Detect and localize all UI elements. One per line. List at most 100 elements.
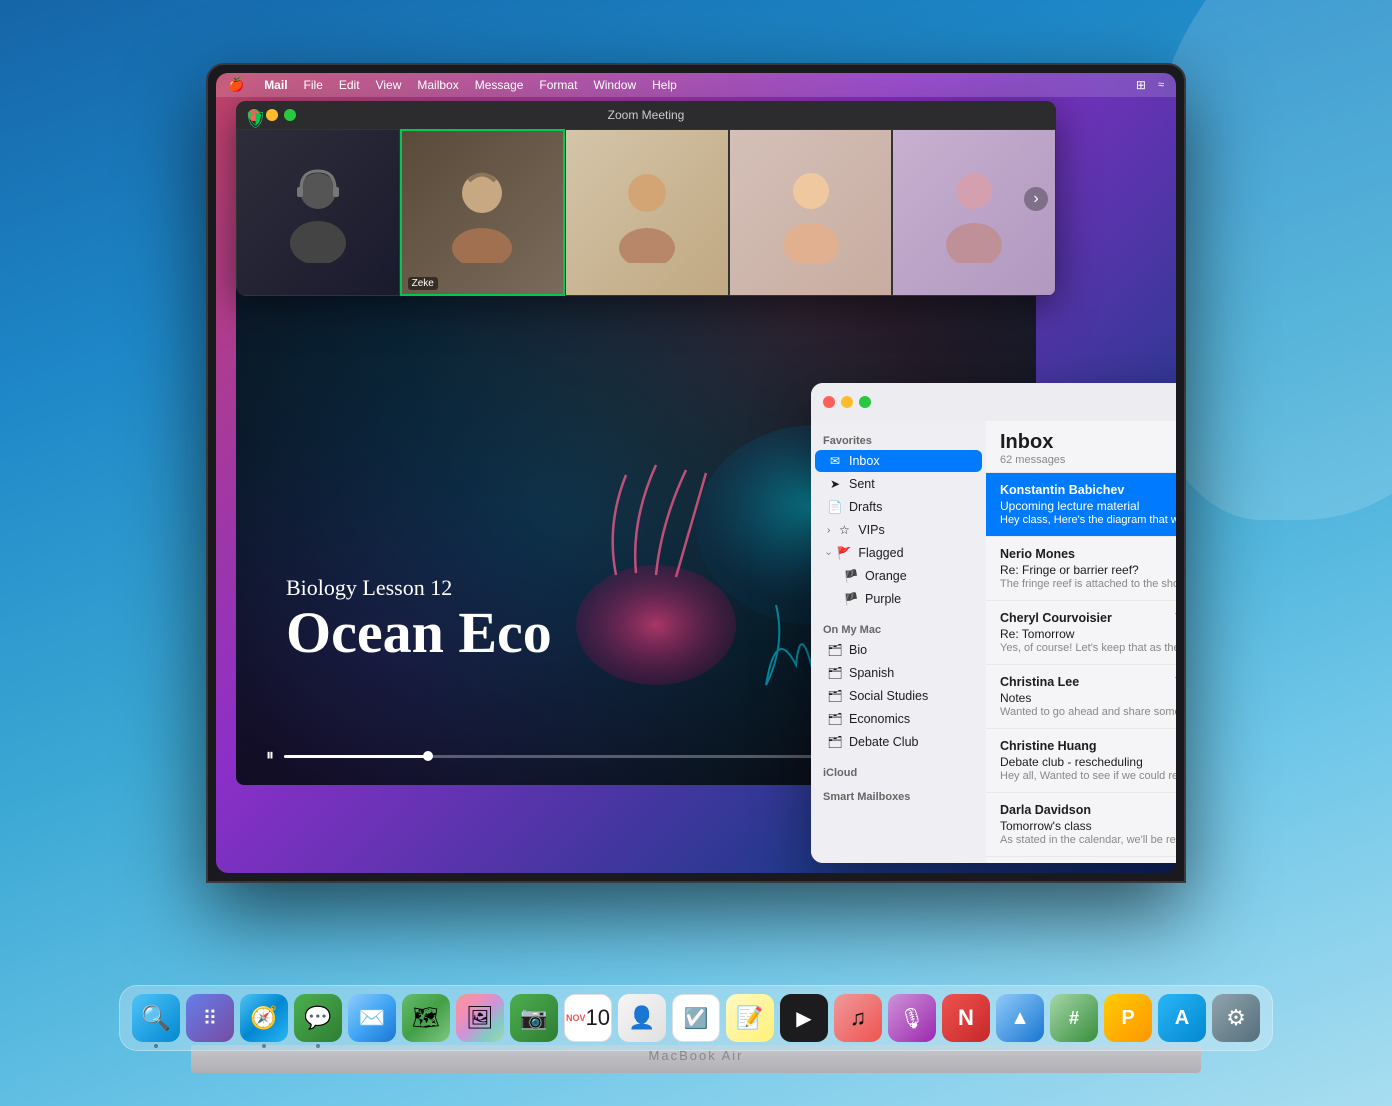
mail-traffic-lights xyxy=(823,396,871,408)
participant-2-avatar xyxy=(402,131,564,294)
mail-item-0-header: Konstantin Babichev 9:15 AM xyxy=(1000,483,1176,497)
sidebar-item-sent[interactable]: ➤ Sent xyxy=(815,473,982,495)
dock-item-podcasts[interactable]: 🎙 xyxy=(888,994,936,1042)
macbook-screen: 🍎 Mail File Edit View Mailbox Message Fo… xyxy=(216,73,1176,873)
sidebar-item-inbox[interactable]: ✉ Inbox xyxy=(815,450,982,472)
biology-lesson-label: Biology Lesson 12 xyxy=(286,575,552,601)
sidebar-flagged-label: Flagged xyxy=(858,546,903,560)
participant-tile-3[interactable] xyxy=(565,129,729,296)
menu-format[interactable]: Format xyxy=(539,78,577,92)
dock-item-music[interactable]: ♫ xyxy=(834,994,882,1042)
maps-icon: 🗺 xyxy=(412,1005,440,1031)
menu-mailbox[interactable]: Mailbox xyxy=(417,78,458,92)
music-icon: ♫ xyxy=(850,1005,867,1031)
on-my-mac-label: On My Mac xyxy=(811,618,986,638)
sidebar-item-vips[interactable]: › ☆ VIPs xyxy=(815,519,982,541)
dock-item-reminders[interactable]: ☑️ xyxy=(672,994,720,1042)
sidebar-item-orange[interactable]: 🏴 Orange xyxy=(815,565,982,587)
dock-item-sysprefs[interactable]: ⚙ xyxy=(1212,994,1260,1042)
mail-item-1[interactable]: Nerio Mones 8:49 AM Re: Fringe or barrie… xyxy=(986,537,1176,601)
screen-content: 🍎 Mail File Edit View Mailbox Message Fo… xyxy=(216,73,1176,873)
messages-dot xyxy=(316,1044,320,1048)
dock-item-finder[interactable]: 🔍 xyxy=(132,994,180,1042)
safari-dot xyxy=(262,1044,266,1048)
participant-tile-4[interactable] xyxy=(729,129,893,296)
sidebar-item-purple[interactable]: 🏴 Purple xyxy=(815,588,982,610)
mail-item-4-header: Christine Huang 11/07/20 xyxy=(1000,739,1176,753)
sidebar-item-flagged[interactable]: › 🚩 Flagged xyxy=(815,542,982,564)
messages-icon: 💬 xyxy=(304,1005,331,1031)
mail-minimize-button[interactable] xyxy=(841,396,853,408)
sidebar-item-economics[interactable]: 🗂 Economics xyxy=(815,708,982,730)
dock-item-keynote[interactable]: ▲ xyxy=(996,994,1044,1042)
dock-item-news[interactable]: N xyxy=(942,994,990,1042)
participant-tile-1[interactable] xyxy=(236,129,400,296)
sidebar-item-debate-club[interactable]: 🗂 Debate Club xyxy=(815,731,982,753)
mail-time-3: Yesterday xyxy=(1175,675,1176,687)
pages-icon: P xyxy=(1121,1007,1134,1030)
dock-item-calendar[interactable]: NOV 10 xyxy=(564,994,612,1042)
mail-sender-3: Christina Lee xyxy=(1000,675,1079,689)
bio-folder-icon: 🗂 xyxy=(827,643,843,657)
sidebar-item-social-studies[interactable]: 🗂 Social Studies xyxy=(815,685,982,707)
menu-view[interactable]: View xyxy=(376,78,402,92)
mail-subject-4: Debate club - rescheduling xyxy=(1000,755,1176,769)
zoom-next-button[interactable]: › xyxy=(1024,187,1048,211)
mail-time-2: Yesterday xyxy=(1175,611,1176,623)
dock-item-numbers[interactable]: # xyxy=(1050,994,1098,1042)
menu-window[interactable]: Window xyxy=(593,78,636,92)
mail-item-0[interactable]: Konstantin Babichev 9:15 AM Upcoming lec… xyxy=(986,473,1176,537)
mail-item-2[interactable]: Cheryl Courvoisier Yesterday Re: Tomorro… xyxy=(986,601,1176,665)
menu-bar-wifi-icon[interactable]: ≈ xyxy=(1158,79,1164,91)
dock-item-safari[interactable]: 🧭 xyxy=(240,994,288,1042)
participant-tile-5[interactable] xyxy=(892,129,1056,296)
reminders-icon: ☑️ xyxy=(684,1006,709,1031)
sidebar-item-spanish[interactable]: 🗂 Spanish xyxy=(815,662,982,684)
dock-item-appstore[interactable]: A xyxy=(1158,994,1206,1042)
menu-file[interactable]: File xyxy=(304,78,323,92)
mail-item-2-header: Cheryl Courvoisier Yesterday xyxy=(1000,611,1176,625)
dock-item-maps[interactable]: 🗺 xyxy=(402,994,450,1042)
mail-item-3-header: Christina Lee Yesterday xyxy=(1000,675,1176,689)
apple-logo-icon[interactable]: 🍎 xyxy=(228,77,244,93)
menu-bar-left: 🍎 Mail File Edit View Mailbox Message Fo… xyxy=(228,77,677,93)
dock-item-launchpad[interactable]: ⠿ xyxy=(186,994,234,1042)
mail-item-4[interactable]: Christine Huang 11/07/20 Debate club - r… xyxy=(986,729,1176,793)
inbox-title: Inbox xyxy=(1000,431,1176,454)
zoom-fullscreen-button[interactable] xyxy=(284,109,296,121)
dock-item-pages[interactable]: P xyxy=(1104,994,1152,1042)
mail-preview-1: The fringe reef is attached to the shore… xyxy=(1000,578,1176,590)
mail-body: Favorites ✉ Inbox ➤ Sent 📄 xyxy=(811,421,1176,863)
dock-item-mail[interactable]: ✉️ xyxy=(348,994,396,1042)
menu-edit[interactable]: Edit xyxy=(339,78,360,92)
mail-sidebar: Favorites ✉ Inbox ➤ Sent 📄 xyxy=(811,421,986,863)
mail-close-button[interactable] xyxy=(823,396,835,408)
dock-item-messages[interactable]: 💬 xyxy=(294,994,342,1042)
mail-sender-4: Christine Huang xyxy=(1000,739,1097,753)
menu-bar: 🍎 Mail File Edit View Mailbox Message Fo… xyxy=(216,73,1176,97)
menu-help[interactable]: Help xyxy=(652,78,677,92)
sidebar-item-drafts[interactable]: 📄 Drafts xyxy=(815,496,982,518)
dock-item-notes[interactable]: 📝 xyxy=(726,994,774,1042)
participant-tile-2[interactable]: Zeke xyxy=(400,129,566,296)
sidebar-item-bio[interactable]: 🗂 Bio xyxy=(815,639,982,661)
finder-dot xyxy=(154,1044,158,1048)
dock-item-contacts[interactable]: 👤 xyxy=(618,994,666,1042)
mail-fullscreen-button[interactable] xyxy=(859,396,871,408)
mail-window: Favorites ✉ Inbox ➤ Sent 📄 xyxy=(811,383,1176,863)
sidebar-drafts-label: Drafts xyxy=(849,500,882,514)
mail-preview-0: Hey class, Here's the diagram that we'll… xyxy=(1000,514,1176,526)
icloud-label: iCloud xyxy=(811,761,986,781)
macbook-notch xyxy=(636,65,756,73)
zoom-minimize-button[interactable] xyxy=(266,109,278,121)
menu-message[interactable]: Message xyxy=(475,78,524,92)
sidebar-spanish-label: Spanish xyxy=(849,666,894,680)
dock-item-appletv[interactable]: ▶ xyxy=(780,994,828,1042)
mail-item-5[interactable]: Darla Davidson 11/05/20 Tomorrow's class… xyxy=(986,793,1176,857)
dock-item-facetime[interactable]: 📷 xyxy=(510,994,558,1042)
menu-bar-zoom-icon[interactable]: ⊞ xyxy=(1136,78,1146,92)
play-pause-button[interactable]: ⏸ xyxy=(266,747,274,765)
dock-item-photos[interactable]: 🖼 xyxy=(456,994,504,1042)
mail-item-3[interactable]: Christina Lee Yesterday Notes Wanted to … xyxy=(986,665,1176,729)
menu-app-name[interactable]: Mail xyxy=(264,78,287,92)
